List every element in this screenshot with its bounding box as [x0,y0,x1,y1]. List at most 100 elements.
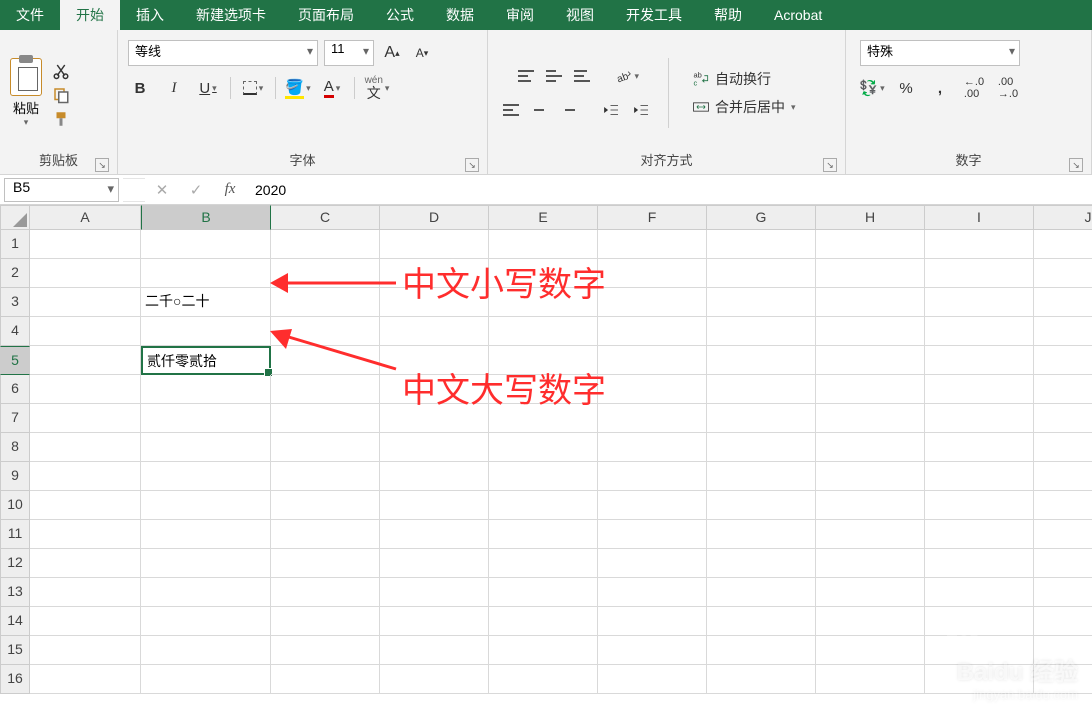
tab-newtab[interactable]: 新建选项卡 [180,0,282,30]
cell-D16[interactable] [380,665,489,694]
accounting-format-button[interactable]: 💱 [860,76,884,100]
cell-E11[interactable] [489,520,598,549]
cell-F5[interactable] [598,346,707,375]
cell-G14[interactable] [707,607,816,636]
cell-G12[interactable] [707,549,816,578]
cell-A7[interactable] [30,404,141,433]
cell-F11[interactable] [598,520,707,549]
tab-help[interactable]: 帮助 [698,0,758,30]
cell-A12[interactable] [30,549,141,578]
cell-C14[interactable] [271,607,380,636]
cell-H14[interactable] [816,607,925,636]
cell-H8[interactable] [816,433,925,462]
column-header-C[interactable]: C [271,205,380,230]
cell-B10[interactable] [141,491,271,520]
cell-C9[interactable] [271,462,380,491]
cell-C1[interactable] [271,230,380,259]
cell-E14[interactable] [489,607,598,636]
cell-C6[interactable] [271,375,380,404]
cell-B1[interactable] [141,230,271,259]
cell-I8[interactable] [925,433,1034,462]
phonetic-guide-button[interactable]: wén文 [365,76,389,100]
cell-A8[interactable] [30,433,141,462]
align-left-icon[interactable] [500,100,522,120]
column-header-F[interactable]: F [598,205,707,230]
cell-G5[interactable] [707,346,816,375]
cell-F13[interactable] [598,578,707,607]
cell-F3[interactable] [598,288,707,317]
cell-C5[interactable] [271,346,380,375]
row-header-3[interactable]: 3 [0,288,30,317]
cell-A6[interactable] [30,375,141,404]
align-top-icon[interactable] [515,66,537,86]
cell-H11[interactable] [816,520,925,549]
cell-F6[interactable] [598,375,707,404]
format-painter-icon[interactable] [52,110,70,128]
cell-A5[interactable] [30,346,141,375]
cut-icon[interactable] [52,62,70,80]
cell-I7[interactable] [925,404,1034,433]
cell-G11[interactable] [707,520,816,549]
cell-I9[interactable] [925,462,1034,491]
decrease-font-icon[interactable]: A▾ [410,41,434,65]
name-box[interactable]: B5 [4,178,119,202]
row-header-9[interactable]: 9 [0,462,30,491]
column-header-H[interactable]: H [816,205,925,230]
cell-J9[interactable] [1034,462,1092,491]
cell-E15[interactable] [489,636,598,665]
cell-A13[interactable] [30,578,141,607]
cell-B7[interactable] [141,404,271,433]
cell-G16[interactable] [707,665,816,694]
cell-C12[interactable] [271,549,380,578]
cell-H3[interactable] [816,288,925,317]
tab-view[interactable]: 视图 [550,0,610,30]
cell-H15[interactable] [816,636,925,665]
cell-B8[interactable] [141,433,271,462]
cell-G13[interactable] [707,578,816,607]
cancel-icon[interactable]: ✕ [145,181,179,199]
align-bottom-icon[interactable] [571,66,593,86]
cell-B11[interactable] [141,520,271,549]
cell-J13[interactable] [1034,578,1092,607]
column-header-J[interactable]: J [1034,205,1092,230]
cell-H5[interactable] [816,346,925,375]
select-all-button[interactable] [0,205,30,230]
cell-D1[interactable] [380,230,489,259]
cell-A3[interactable] [30,288,141,317]
cell-C11[interactable] [271,520,380,549]
cell-I5[interactable] [925,346,1034,375]
cell-I2[interactable] [925,259,1034,288]
cell-C16[interactable] [271,665,380,694]
cell-I10[interactable] [925,491,1034,520]
cell-B12[interactable] [141,549,271,578]
cell-G9[interactable] [707,462,816,491]
cell-H7[interactable] [816,404,925,433]
cell-A11[interactable] [30,520,141,549]
cell-I3[interactable] [925,288,1034,317]
tab-devtools[interactable]: 开发工具 [610,0,698,30]
font-color-button[interactable]: A [320,76,344,100]
row-header-5[interactable]: 5 [0,346,30,375]
font-size-select[interactable]: 11 [324,40,374,66]
cell-H10[interactable] [816,491,925,520]
row-header-14[interactable]: 14 [0,607,30,636]
row-header-2[interactable]: 2 [0,259,30,288]
align-center-icon[interactable] [528,100,550,120]
row-header-13[interactable]: 13 [0,578,30,607]
tab-acrobat[interactable]: Acrobat [758,0,838,30]
cell-C8[interactable] [271,433,380,462]
cell-J4[interactable] [1034,317,1092,346]
cell-D10[interactable] [380,491,489,520]
cell-F2[interactable] [598,259,707,288]
row-header-8[interactable]: 8 [0,433,30,462]
align-middle-icon[interactable] [543,66,565,86]
cell-C10[interactable] [271,491,380,520]
tab-pagelayout[interactable]: 页面布局 [282,0,370,30]
cell-E9[interactable] [489,462,598,491]
cell-B14[interactable] [141,607,271,636]
cell-A14[interactable] [30,607,141,636]
cell-G15[interactable] [707,636,816,665]
alignment-launcher-icon[interactable]: ↘ [823,158,837,172]
cell-F15[interactable] [598,636,707,665]
column-header-A[interactable]: A [30,205,141,230]
